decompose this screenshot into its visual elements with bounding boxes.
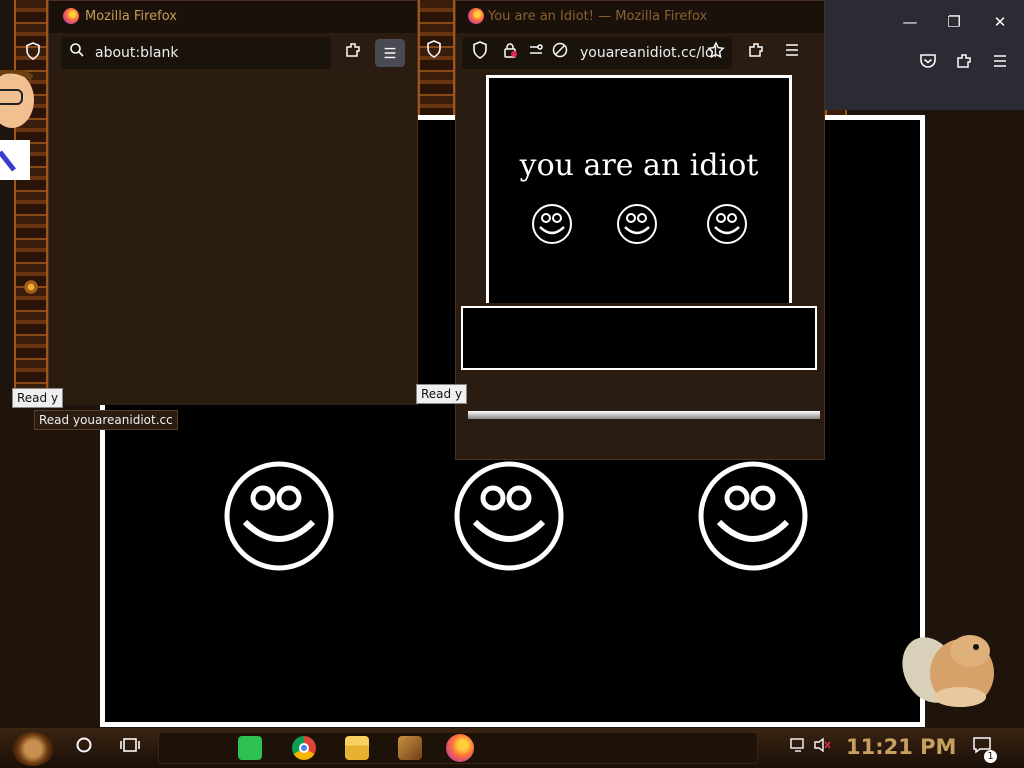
file-explorer-icon[interactable] bbox=[345, 736, 369, 760]
notification-count-badge: 1 bbox=[984, 750, 997, 763]
start-button[interactable] bbox=[12, 732, 54, 766]
idiot-page-lower bbox=[461, 306, 817, 370]
autoplay-blocked-icon[interactable] bbox=[548, 41, 572, 65]
menu-icon[interactable] bbox=[375, 39, 405, 67]
url-bar[interactable]: about:blank bbox=[61, 37, 331, 69]
close-button[interactable]: ✕ bbox=[988, 10, 1012, 34]
volume-muted-icon[interactable] bbox=[810, 736, 834, 760]
smiley-icon bbox=[532, 204, 572, 244]
chrome-icon[interactable] bbox=[292, 736, 316, 760]
game-app-icon[interactable] bbox=[398, 736, 422, 760]
shield-icon[interactable] bbox=[21, 42, 45, 66]
shield-icon[interactable] bbox=[422, 40, 446, 64]
url-text: about:blank bbox=[95, 45, 179, 61]
tooltip-read: Read y bbox=[416, 384, 468, 404]
window-title: You are an Idiot! — Mozilla Firefox bbox=[488, 9, 708, 24]
task-view-icon[interactable] bbox=[118, 736, 142, 760]
lock-warning-icon[interactable] bbox=[498, 41, 522, 65]
url-bar[interactable]: youareanidiot.cc/lol. bbox=[462, 37, 732, 69]
popup-window-idiot[interactable]: You are an Idiot! — Mozilla Firefox youa… bbox=[455, 0, 825, 460]
window-title: Mozilla Firefox bbox=[85, 9, 177, 24]
star-bookmark-icon[interactable] bbox=[704, 41, 728, 65]
taskbar: 11:21 PM 1 bbox=[0, 728, 1024, 768]
cartoon-character-image bbox=[0, 70, 34, 180]
shield-icon[interactable] bbox=[468, 41, 492, 65]
background-firefox-window: — ❐ ✕ bbox=[820, 0, 1024, 110]
scroll-strip bbox=[468, 411, 820, 419]
notes-app-icon[interactable] bbox=[238, 736, 262, 760]
search-icon bbox=[65, 41, 89, 65]
smiley-icon bbox=[617, 204, 657, 244]
url-text: youareanidiot.cc/lol. bbox=[580, 45, 722, 61]
blank-page bbox=[49, 73, 417, 405]
smiley-icon bbox=[224, 461, 334, 571]
idiot-page: you are an idiot bbox=[486, 75, 792, 303]
smiley-icon bbox=[698, 461, 808, 571]
tooltip-read: Read y bbox=[12, 388, 64, 408]
gear-icon bbox=[24, 280, 38, 294]
firefox-logo-icon bbox=[63, 8, 79, 24]
menu-icon[interactable] bbox=[988, 52, 1012, 76]
extensions-icon[interactable] bbox=[341, 41, 365, 65]
clock[interactable]: 11:21 PM bbox=[846, 735, 956, 759]
smiley-icon bbox=[454, 461, 564, 571]
titlebar[interactable]: Mozilla Firefox bbox=[49, 1, 417, 33]
smiley-icon bbox=[707, 204, 747, 244]
network-icon[interactable] bbox=[786, 736, 810, 760]
permissions-icon[interactable] bbox=[524, 41, 548, 65]
tooltip-read: Read youareanidiot.cc bbox=[34, 410, 178, 430]
page-heading: you are an idiot bbox=[519, 148, 759, 183]
maximize-button[interactable]: ❐ bbox=[942, 10, 966, 34]
minimize-button[interactable]: — bbox=[898, 10, 922, 34]
hamster-image bbox=[902, 635, 994, 707]
menu-icon[interactable] bbox=[780, 41, 804, 65]
extensions-icon[interactable] bbox=[952, 52, 976, 76]
cortana-search-icon[interactable] bbox=[72, 736, 96, 760]
firefox-logo-icon bbox=[468, 8, 484, 24]
extensions-icon[interactable] bbox=[744, 41, 768, 65]
firefox-taskbar-icon[interactable] bbox=[446, 734, 474, 762]
popup-window-blank[interactable]: Mozilla Firefox about:blank bbox=[48, 0, 418, 405]
pocket-icon[interactable] bbox=[916, 52, 940, 76]
titlebar[interactable]: You are an Idiot! — Mozilla Firefox bbox=[456, 1, 824, 33]
